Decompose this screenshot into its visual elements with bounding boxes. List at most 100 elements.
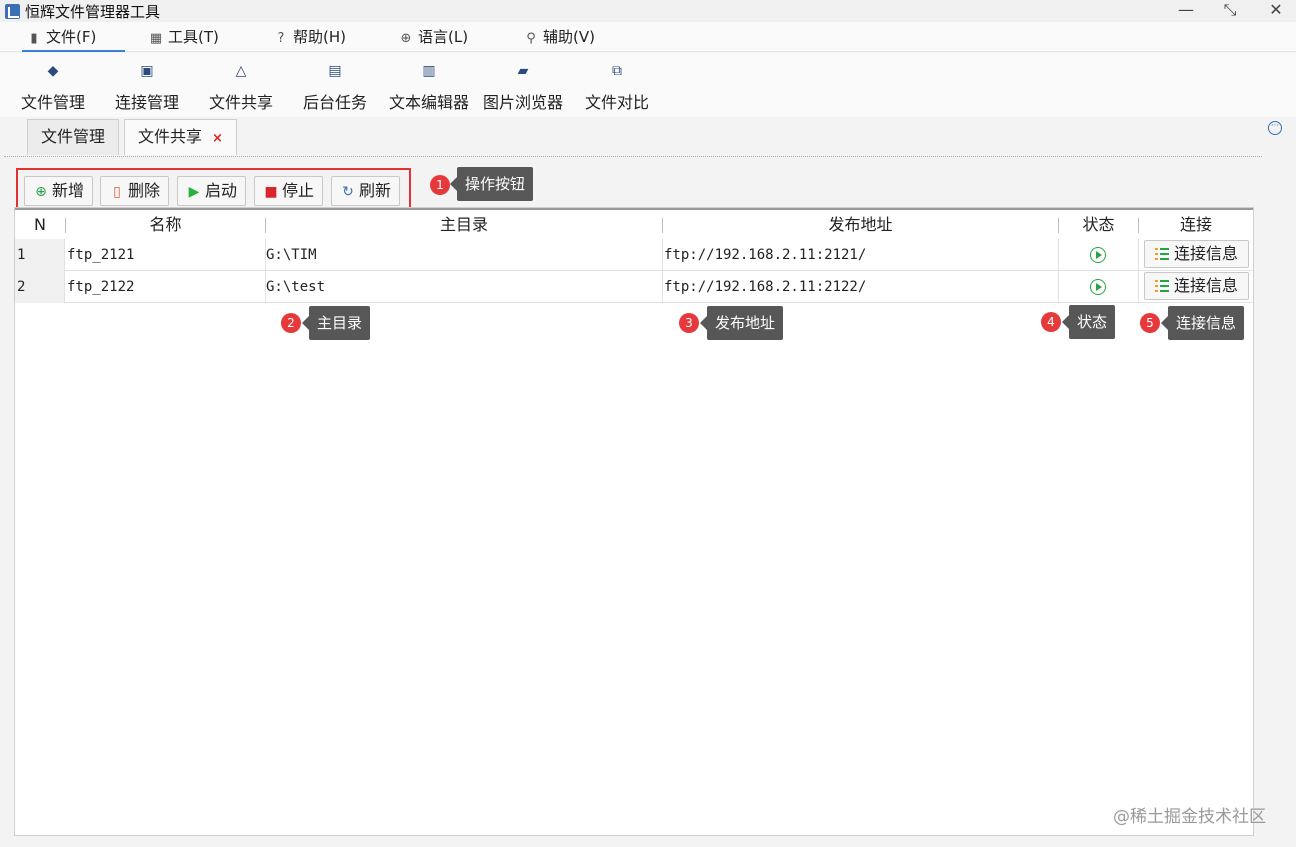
cell-home: G:\TIM bbox=[266, 247, 317, 263]
ribbon-label: 连接管理 bbox=[114, 93, 179, 112]
menu-help[interactable]: ? 帮助(H) bbox=[273, 22, 346, 52]
tab-file-manager[interactable]: 文件管理 bbox=[27, 119, 120, 155]
tab-close-icon[interactable]: × bbox=[212, 131, 223, 146]
tab-label: 文件管理 bbox=[41, 127, 106, 146]
start-label: 启动 bbox=[205, 181, 238, 200]
row-number: 1 bbox=[15, 239, 65, 271]
trash-icon: ▯ bbox=[113, 184, 121, 200]
connection-info-button[interactable]: 连接信息 bbox=[1144, 240, 1250, 268]
refresh-label: 刷新 bbox=[359, 181, 392, 200]
status-running-icon bbox=[1090, 247, 1106, 263]
table-row[interactable]: 1 ftp_2121 G:\TIM ftp://192.168.2.11:212… bbox=[15, 239, 1253, 271]
ribbon-file-manager[interactable]: ◆ 文件管理 bbox=[20, 63, 86, 113]
table-row[interactable]: 2 ftp_2122 G:\test ftp://192.168.2.11:21… bbox=[15, 271, 1253, 303]
column-header-name[interactable]: 名称 bbox=[66, 210, 265, 239]
tab-divider bbox=[4, 156, 1262, 157]
images-icon: ▰ bbox=[517, 63, 529, 79]
close-button[interactable]: ✕ bbox=[1256, 0, 1296, 22]
ribbon-image-viewer[interactable]: ▰ 图片浏览器 bbox=[482, 63, 564, 113]
help-icon: ? bbox=[277, 31, 285, 46]
start-button[interactable]: ▶ 启动 bbox=[177, 176, 247, 206]
ribbon-label: 图片浏览器 bbox=[482, 93, 563, 112]
wrench-icon: ⚲ bbox=[526, 31, 536, 46]
cell-address: ftp://192.168.2.11:2121/ bbox=[664, 247, 867, 263]
title-bar: 恒辉文件管理器工具 — ⤡ ✕ bbox=[0, 0, 1296, 22]
cell-name: ftp_2122 bbox=[67, 279, 135, 295]
plus-circle-icon: ⊕ bbox=[35, 184, 47, 200]
column-divider bbox=[1058, 239, 1059, 303]
ribbon-background-tasks[interactable]: ▤ 后台任务 bbox=[302, 63, 368, 113]
menu-assist-label: 辅助(V) bbox=[543, 28, 595, 46]
column-header-home[interactable]: 主目录 bbox=[266, 210, 662, 239]
delete-label: 删除 bbox=[128, 181, 161, 200]
connection-info-button[interactable]: 连接信息 bbox=[1144, 272, 1250, 300]
ribbon-text-editor[interactable]: ▥ 文本编辑器 bbox=[388, 63, 470, 113]
column-divider bbox=[662, 239, 663, 303]
code-window-icon: ▣ bbox=[140, 63, 154, 79]
menu-language[interactable]: ⊕ 语言(L) bbox=[398, 22, 469, 52]
annotation-callout: 主目录 bbox=[301, 306, 371, 340]
connection-info-label: 连接信息 bbox=[1174, 276, 1239, 295]
annotation-badge: 3 bbox=[679, 313, 699, 333]
maximize-button[interactable]: ⤡ bbox=[1210, 0, 1250, 22]
annotation-callout: 状态 bbox=[1061, 305, 1116, 339]
column-header-address[interactable]: 发布地址 bbox=[663, 210, 1058, 239]
share-icon: △ bbox=[235, 63, 247, 79]
menu-file-label: 文件(F) bbox=[46, 28, 97, 46]
chart-icon: ▤ bbox=[328, 63, 342, 79]
add-button[interactable]: ⊕ 新增 bbox=[24, 176, 94, 206]
globe-icon: ⊕ bbox=[400, 31, 412, 46]
minimize-button[interactable]: — bbox=[1166, 0, 1206, 22]
ribbon-file-share[interactable]: △ 文件共享 bbox=[208, 63, 274, 113]
annotation-badge: 2 bbox=[281, 313, 301, 333]
menu-assist[interactable]: ⚲ 辅助(V) bbox=[523, 22, 595, 52]
menu-bar: ▮ 文件(F) ▦ 工具(T) ? 帮助(H) ⊕ 语言(L) ⚲ 辅助(V) bbox=[0, 22, 1296, 52]
ribbon-toolbar: ◆ 文件管理 ▣ 连接管理 △ 文件共享 ▤ 后台任务 ▥ 文本编辑器 ▰ 图片… bbox=[0, 53, 1296, 117]
list-icon bbox=[1155, 248, 1169, 260]
share-table: N 名称 主目录 发布地址 状态 连接 1 ftp_2121 G:\TIM ft… bbox=[14, 207, 1254, 836]
stop-button[interactable]: ■ 停止 bbox=[254, 176, 324, 206]
more-options-icon[interactable]: ··· bbox=[1268, 121, 1282, 135]
column-header-connect[interactable]: 连接 bbox=[1139, 210, 1253, 239]
document-icon: ▥ bbox=[422, 63, 436, 79]
window-title: 恒辉文件管理器工具 bbox=[25, 3, 161, 21]
menu-file[interactable]: ▮ 文件(F) bbox=[22, 22, 125, 52]
ribbon-label: 文本编辑器 bbox=[388, 93, 469, 112]
menu-tools[interactable]: ▦ 工具(T) bbox=[148, 22, 219, 52]
ribbon-connection-manager[interactable]: ▣ 连接管理 bbox=[114, 63, 180, 113]
menu-help-label: 帮助(H) bbox=[293, 28, 346, 46]
column-divider bbox=[265, 239, 266, 303]
ribbon-label: 文件对比 bbox=[584, 93, 649, 112]
ribbon-label: 文件共享 bbox=[208, 93, 273, 112]
refresh-button[interactable]: ↻ 刷新 bbox=[331, 176, 401, 206]
status-running-icon bbox=[1090, 279, 1106, 295]
column-header-n[interactable]: N bbox=[15, 210, 65, 239]
row-number: 2 bbox=[15, 271, 65, 303]
cell-address: ftp://192.168.2.11:2122/ bbox=[664, 279, 867, 295]
ribbon-label: 后台任务 bbox=[302, 93, 367, 112]
document-tab-strip: 文件管理 文件共享 × bbox=[0, 117, 1296, 157]
menu-tools-label: 工具(T) bbox=[168, 28, 219, 46]
column-header-status[interactable]: 状态 bbox=[1059, 210, 1138, 239]
tab-file-share[interactable]: 文件共享 × bbox=[124, 119, 237, 155]
cell-home: G:\test bbox=[266, 279, 326, 295]
stop-icon: ■ bbox=[264, 184, 278, 200]
delete-button[interactable]: ▯ 删除 bbox=[100, 176, 170, 206]
add-label: 新增 bbox=[52, 181, 85, 200]
app-logo-icon bbox=[5, 4, 20, 19]
menu-language-label: 语言(L) bbox=[418, 28, 469, 46]
grid-icon: ▦ bbox=[149, 31, 163, 46]
annotation-badge: 1 bbox=[430, 175, 450, 195]
column-divider bbox=[1138, 239, 1139, 303]
refresh-icon: ↻ bbox=[342, 184, 354, 200]
ribbon-label: 文件管理 bbox=[20, 93, 85, 112]
connection-info-label: 连接信息 bbox=[1174, 244, 1239, 263]
play-icon: ▶ bbox=[188, 184, 200, 200]
ribbon-file-compare[interactable]: ⧉ 文件对比 bbox=[584, 63, 650, 113]
annotation-callout: 操作按钮 bbox=[449, 167, 534, 201]
layers-icon: ◆ bbox=[47, 63, 59, 79]
stop-label: 停止 bbox=[282, 181, 315, 200]
annotation-badge: 5 bbox=[1140, 313, 1160, 333]
watermark: @稀土掘金技术社区 bbox=[1113, 807, 1266, 827]
cell-name: ftp_2121 bbox=[67, 247, 135, 263]
